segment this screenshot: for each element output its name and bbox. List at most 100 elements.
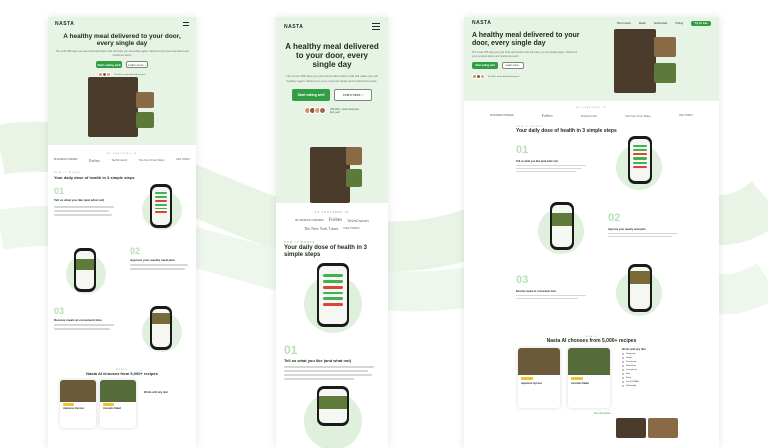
nav-how-it-works[interactable]: How it works	[617, 22, 631, 25]
featured-label: AS FEATURED IN	[314, 211, 350, 214]
diet-item: Low FODMAP	[622, 381, 682, 383]
step-title: Tell us what you like (and what not)	[284, 358, 352, 363]
diet-item: Vegetarian	[622, 353, 682, 355]
brand-logo: USA TODAY	[678, 114, 693, 117]
learn-more-button[interactable]: Learn more ↓	[126, 61, 148, 68]
see-all-recipes-link[interactable]: See all recipes →	[594, 412, 614, 415]
meal-card[interactable]: Avocado Salad	[568, 348, 610, 408]
diets-title: Works with any diet:	[622, 348, 647, 351]
phone-mockup	[317, 386, 349, 426]
meals-title: Nasta AI chooses from 5,000+ recipes	[546, 338, 637, 344]
brand-logo: Forbes	[328, 218, 343, 223]
hero-food-photo	[654, 63, 676, 83]
brand-logo: TechCrunch	[111, 158, 128, 162]
logo[interactable]: NASTA	[55, 21, 74, 27]
step-title: Tell us what you like (and what not)	[54, 198, 105, 202]
meal-name: Japanese Gyozas	[521, 381, 542, 385]
step-title: Receive meals at convenient time	[54, 318, 102, 322]
hero-food-photo	[346, 147, 362, 165]
hero-food-photo	[346, 169, 362, 187]
mobile-mockup: NASTA A healthy meal delivered to your d…	[276, 17, 388, 448]
step-number: 01	[54, 186, 65, 196]
start-eating-button[interactable]: Start eating well	[292, 89, 330, 101]
how-title: Your daily dose of health in 3 simple st…	[54, 175, 135, 180]
meals-served-text: 250,000+ meals delivered last year!	[330, 107, 359, 114]
customer-avatars	[472, 74, 485, 79]
learn-more-button[interactable]: Learn more ↓	[334, 89, 372, 101]
phone-mockup	[550, 202, 574, 250]
diet-item: Kid-friendly	[622, 385, 682, 387]
avatar	[480, 74, 485, 79]
start-eating-button[interactable]: Start eating well	[96, 61, 122, 68]
nav-pricing[interactable]: Pricing	[675, 22, 683, 25]
diet-item: Gluten-free	[622, 365, 682, 367]
how-label: HOW IT WORKS	[284, 241, 316, 244]
customer-avatars	[304, 107, 326, 114]
meal-name: Avocado Salad	[571, 381, 589, 385]
nav-cta-button[interactable]: Try for free	[691, 20, 711, 26]
diet-item: Keto	[622, 373, 682, 375]
meal-card[interactable]: Avocado Salad	[100, 380, 136, 428]
hero-food-photo	[88, 77, 138, 137]
food-gallery-photo	[648, 418, 678, 438]
hero-section: NASTA A healthy meal delivered to your d…	[276, 17, 388, 203]
brand-logo: BUSINESS INSIDER	[295, 218, 324, 222]
menu-icon[interactable]	[372, 21, 380, 32]
meals-served-text: 250,000+ meals delivered last year!	[488, 75, 520, 78]
step-title: Tell us what you like (and what not)	[516, 160, 558, 163]
food-gallery-photo	[616, 418, 646, 438]
diet-item: Pescatarian	[622, 361, 682, 363]
hero-food-photo	[614, 29, 656, 93]
phone-mockup	[150, 184, 172, 228]
avatar	[319, 107, 326, 114]
step-title: Approve your weekly meal plan	[130, 258, 175, 262]
step-number: 02	[608, 212, 621, 224]
phone-mockup	[317, 263, 349, 327]
meal-card[interactable]: Japanese Gyozas	[60, 380, 96, 428]
diet-item: Vegan	[622, 357, 682, 359]
brand-logo: TechCrunch	[580, 113, 597, 118]
phone-mockup	[74, 248, 96, 292]
brand-logo: The New York Times	[624, 113, 651, 118]
meal-card[interactable]: Japanese Gyozas	[518, 348, 560, 408]
brand-logo: Forbes	[541, 113, 553, 118]
hero-section: NASTA A healthy meal delivered to your d…	[48, 17, 196, 145]
nav-meals[interactable]: Meals	[639, 22, 646, 25]
page-title: A healthy meal delivered to your door, e…	[63, 33, 181, 47]
hero-subtitle: The smart 365-days-per-year food subscri…	[285, 74, 379, 83]
featured-label: AS FEATURED IN	[106, 153, 138, 155]
step-title: Receive meals at convenient time	[516, 290, 556, 293]
brand-logo: Forbes	[88, 158, 100, 163]
desktop-mockup: NASTA How it works Meals Testimonials Pr…	[464, 17, 719, 448]
step-number: 01	[516, 144, 529, 156]
step-title: Approve your weekly meal plan	[608, 228, 646, 231]
learn-more-button[interactable]: Learn more ↓	[502, 62, 524, 69]
step-number: 03	[516, 274, 529, 286]
meal-name: Japanese Gyozas	[63, 406, 84, 410]
brand-logo: TechCrunch	[347, 218, 369, 223]
hero-food-photo	[136, 112, 154, 128]
diet-item: Paleo	[622, 377, 682, 379]
phone-mockup	[628, 136, 652, 184]
phone-mockup	[628, 264, 652, 312]
tablet-mockup: NASTA A healthy meal delivered to your d…	[48, 17, 196, 448]
hero-food-photo	[136, 92, 154, 108]
brand-logo: BUSINESS INSIDER	[490, 114, 514, 117]
hero-section: NASTA How it works Meals Testimonials Pr…	[464, 17, 719, 101]
logo[interactable]: NASTA	[472, 20, 491, 26]
hero-food-photo	[310, 147, 350, 203]
start-eating-button[interactable]: Start eating well	[472, 62, 498, 69]
brand-logo: USA TODAY	[343, 226, 361, 230]
page-title: A healthy meal delivered to your door, e…	[285, 42, 379, 69]
step-number: 03	[54, 306, 65, 316]
how-title: Your daily dose of health in 3 simple st…	[284, 245, 367, 258]
logo[interactable]: NASTA	[284, 24, 303, 30]
phone-mockup	[150, 306, 172, 350]
hero-subtitle: The smart 365-days-per-year food subscri…	[472, 51, 578, 58]
step-number: 02	[130, 246, 141, 256]
nav-testimonials[interactable]: Testimonials	[654, 22, 668, 25]
brand-logo: The New York Times	[303, 226, 339, 231]
meals-title: Nasta AI chooses from 5,000+ recipes	[86, 371, 158, 376]
menu-icon[interactable]	[183, 20, 189, 28]
meal-name: Avocado Salad	[103, 406, 121, 410]
